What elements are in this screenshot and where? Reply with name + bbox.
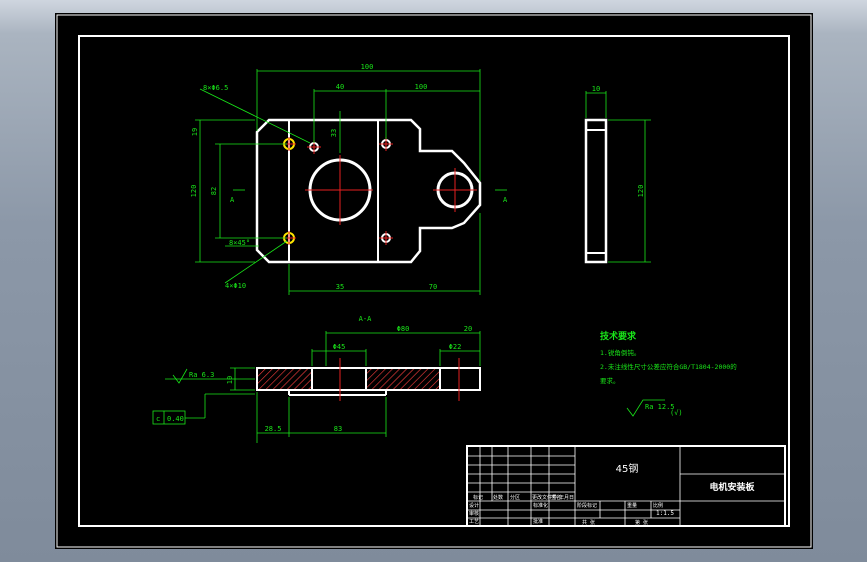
tb-label-5: 年月日	[559, 494, 574, 501]
scale: 1:1.5	[656, 510, 674, 517]
dim-left-part: 35	[336, 283, 344, 291]
material: 45钢	[616, 462, 639, 475]
dim-top-offset: 19	[191, 128, 199, 136]
roughness-symbol-left	[172, 368, 188, 384]
section-dim-span: Φ80	[397, 325, 410, 333]
section-dim-bore-left: Φ45	[333, 343, 346, 351]
section-bore-right	[439, 367, 481, 391]
section-hatch-left	[256, 367, 313, 391]
section-dim-bottom-left: 28.5	[265, 425, 282, 433]
tb-label-14: 共 张	[582, 519, 595, 526]
tb-label-10: 批准	[533, 518, 543, 525]
tb-label-1: 处数	[493, 494, 503, 501]
tb-label-6: 设计	[469, 502, 479, 509]
dim-hole-dia: 8×Φ6.5	[203, 84, 228, 92]
side-outline	[584, 118, 608, 264]
part-name: 电机安装板	[709, 481, 755, 493]
tb-label-15: 第 张	[635, 519, 648, 526]
roughness-left: Ra 6.3	[189, 371, 214, 379]
dim-total-width: 100	[361, 63, 374, 71]
tech-requirements: 技术要求 1.锐角倒钝。 2.未注线性尺寸公差应符合GB/T1804-2000的…	[600, 330, 737, 417]
section-hatch-mid	[365, 367, 441, 391]
section-view: A-A Φ80 Φ45 Φ22 20 10 Ra 6.3 c 0.40 28.5…	[152, 315, 481, 443]
section-bore-left	[311, 367, 367, 391]
inner-frame	[78, 35, 790, 527]
tb-label-13: 比例	[653, 502, 663, 509]
section-dim-bore-right: Φ22	[449, 343, 462, 351]
dim-counterbore: 4×Φ10	[225, 282, 246, 290]
tech-roughness-suffix: (√)	[670, 409, 683, 417]
dim-hole-x2: 100	[415, 83, 428, 91]
geom-value: 0.40	[167, 415, 184, 423]
tb-label-9: 工艺	[469, 519, 479, 525]
tech-line-3: 要求。	[600, 376, 620, 385]
side-dim-height: 120	[637, 185, 645, 198]
tb-label-8: 审核	[469, 510, 479, 517]
section-title: A-A	[359, 315, 372, 323]
side-view: 10 120	[584, 85, 651, 264]
dim-inner-height: 82	[210, 187, 218, 195]
section-dim-thk: 10	[226, 376, 234, 384]
dim-hole-y: 33	[330, 129, 338, 137]
cad-drawing-canvas: 100 40 100 8×Φ6.5 19 33 120 82 8×45° 4×Φ…	[56, 14, 812, 548]
side-dim-thickness: 10	[592, 85, 600, 93]
outer-frame	[56, 14, 812, 548]
tb-label-2: 分区	[510, 494, 520, 501]
tech-title: 技术要求	[600, 330, 637, 342]
section-dim-edge: 20	[464, 325, 472, 333]
tech-line-2: 2.未注线性尺寸公差应符合GB/T1804-2000的	[600, 362, 737, 371]
dim-chamfer: 8×45°	[229, 239, 250, 247]
section-mark-right: A	[503, 196, 508, 204]
title-block: 45钢 电机安装板 1:1.5 标记 处数 分区 更改文件号 签名 年月日 设计…	[466, 445, 786, 527]
side-dimensions	[585, 91, 651, 263]
tech-line-1: 1.锐角倒钝。	[600, 348, 640, 357]
tb-label-0: 标记	[473, 494, 483, 501]
section-dim-bottom-mid: 83	[334, 425, 342, 433]
tb-label-11: 阶段标记	[577, 502, 597, 509]
tb-label-12: 重量	[627, 502, 637, 509]
dim-hole-x1: 40	[336, 83, 344, 91]
dim-right-part: 70	[429, 283, 437, 291]
dim-height: 120	[190, 185, 198, 198]
tb-label-7: 标准化	[533, 502, 548, 509]
drawing-paper: 100 40 100 8×Φ6.5 19 33 120 82 8×45° 4×Φ…	[55, 13, 813, 549]
geom-symbol: c	[156, 415, 160, 423]
top-view: 100 40 100 8×Φ6.5 19 33 120 82 8×45° 4×Φ…	[190, 63, 508, 295]
section-mark-left: A	[230, 196, 235, 204]
